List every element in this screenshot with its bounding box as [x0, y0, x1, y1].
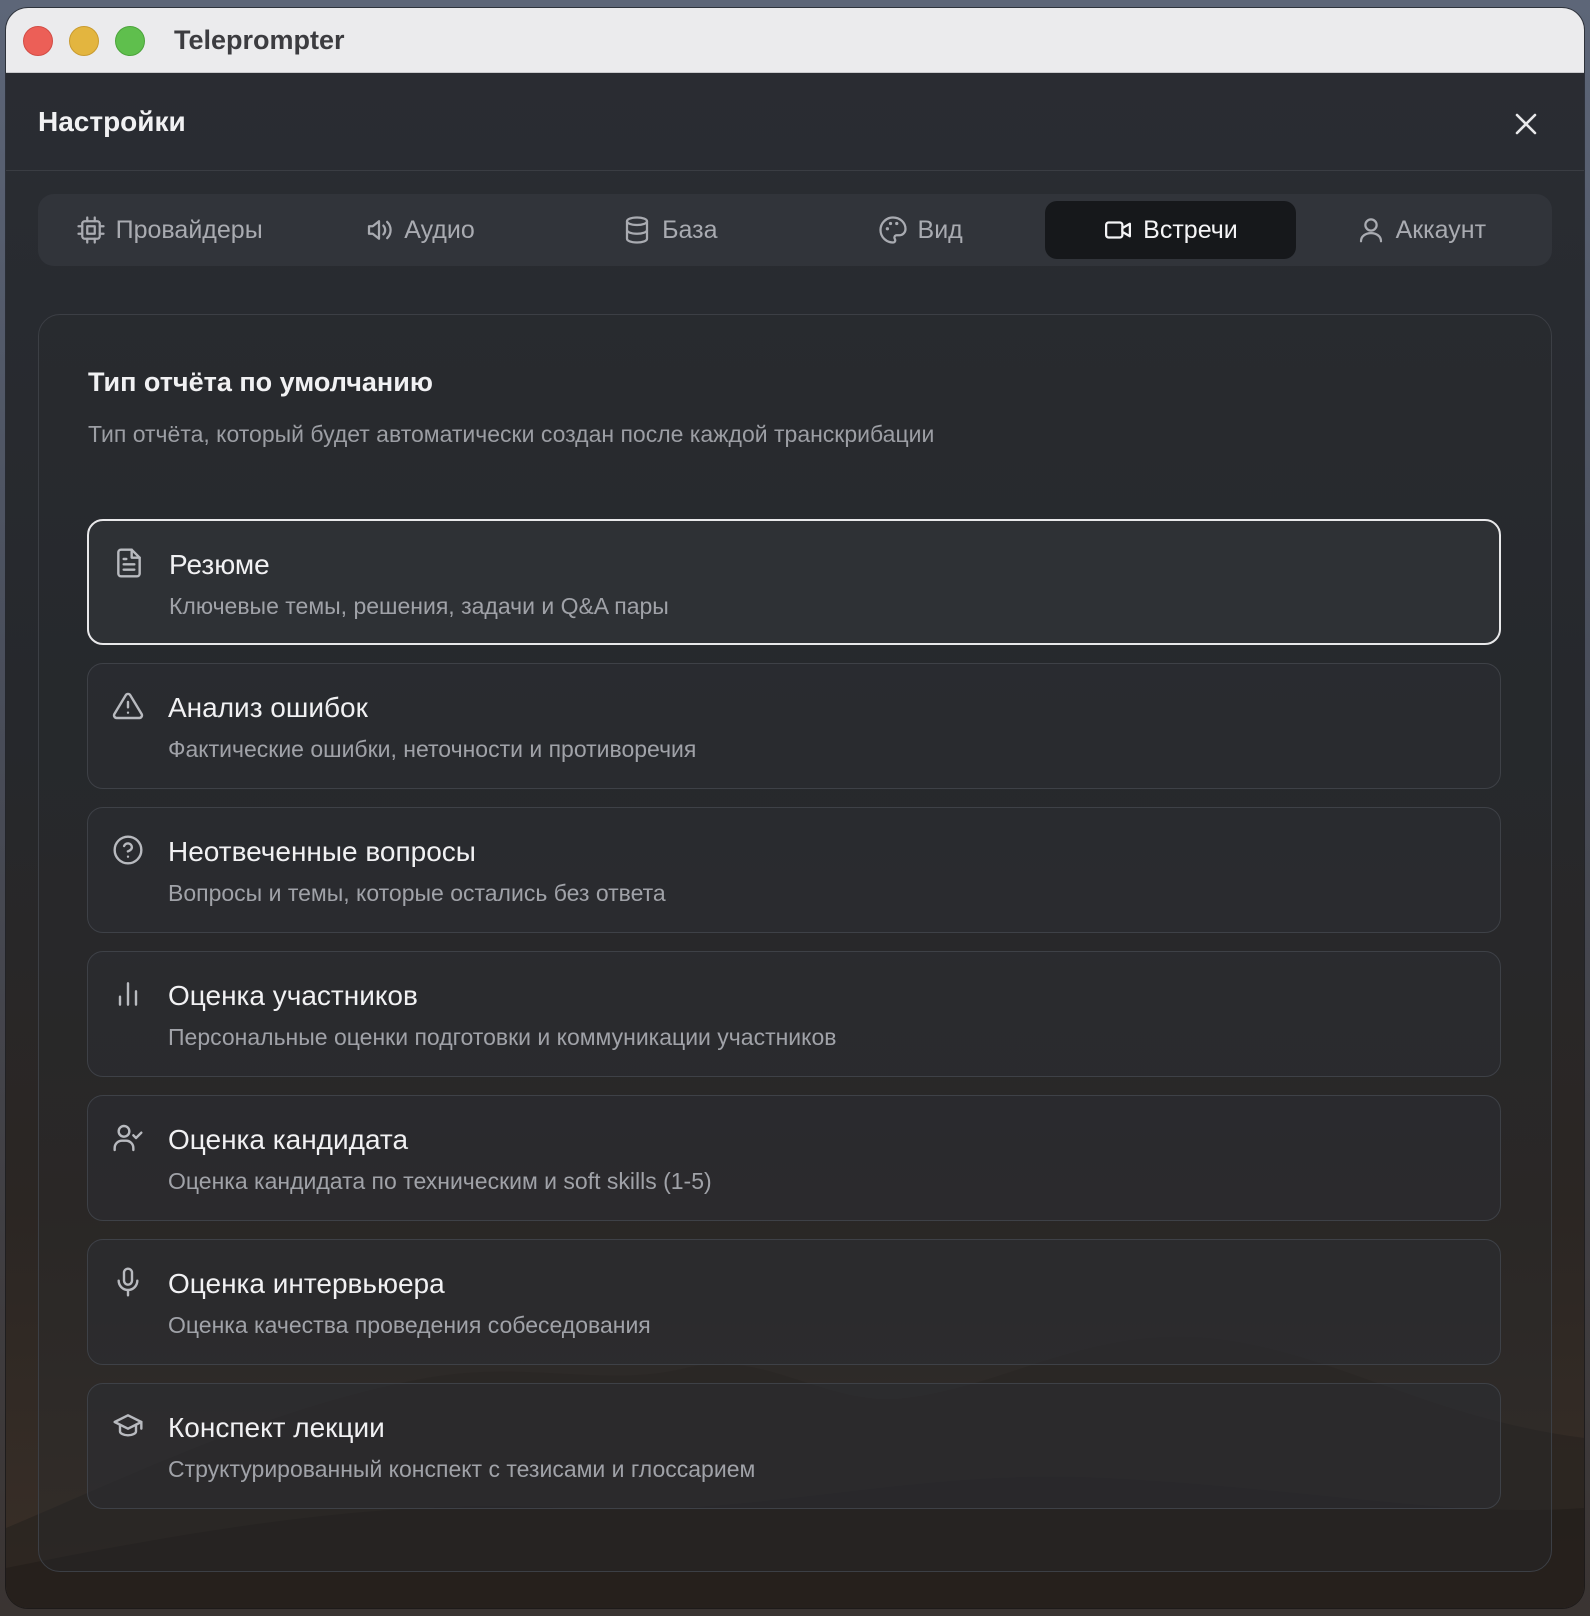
- option-description: Ключевые темы, решения, задачи и Q&A пар…: [169, 593, 669, 619]
- tab-audio[interactable]: Аудио: [294, 201, 544, 259]
- tab-appearance[interactable]: Вид: [795, 201, 1045, 259]
- database-icon: [625, 216, 649, 244]
- minimize-window-button[interactable]: [69, 26, 99, 56]
- option-description: Вопросы и темы, которые остались без отв…: [168, 880, 666, 906]
- tab-label: Встречи: [1143, 215, 1238, 244]
- report-option-summary[interactable]: Резюме Ключевые темы, решения, задачи и …: [87, 519, 1501, 645]
- section-description: Тип отчёта, который будет автоматически …: [88, 421, 935, 447]
- tab-label: Аудио: [404, 215, 475, 244]
- tab-meetings[interactable]: Встречи: [1045, 201, 1296, 259]
- report-option-lecture-notes[interactable]: Конспект лекции Структурированный конспе…: [87, 1383, 1501, 1509]
- section-title: Тип отчёта по умолчанию: [88, 367, 433, 397]
- tab-account[interactable]: Аккаунт: [1296, 201, 1546, 259]
- warning-icon: [112, 692, 144, 720]
- palette-icon: [878, 216, 907, 244]
- title-bar: Teleprompter: [6, 8, 1584, 73]
- close-icon[interactable]: [1508, 106, 1544, 142]
- report-option-error-analysis[interactable]: Анализ ошибок Фактические ошибки, неточн…: [87, 663, 1501, 789]
- cpu-icon: [77, 216, 105, 244]
- speaker-icon: [368, 220, 392, 240]
- question-icon: [113, 835, 143, 865]
- option-description: Структурированный конспект с тезисами и …: [168, 1456, 756, 1482]
- user-check-icon: [113, 1124, 143, 1152]
- settings-tabs: Провайдеры Аудио База Вид Встречи Аккаун…: [38, 194, 1552, 266]
- option-description: Оценка кандидата по техническим и soft s…: [168, 1168, 712, 1194]
- option-title: Неотвеченные вопросы: [168, 836, 476, 867]
- settings-header: Настройки: [6, 72, 1584, 171]
- report-type-list: Резюме Ключевые темы, решения, задачи и …: [87, 519, 1501, 1527]
- option-title: Анализ ошибок: [168, 692, 368, 723]
- zoom-window-button[interactable]: [115, 26, 145, 56]
- microphone-icon: [117, 1267, 139, 1297]
- tab-providers[interactable]: Провайдеры: [44, 201, 294, 259]
- tab-label: База: [662, 215, 718, 244]
- report-option-interviewer-rating[interactable]: Оценка интервьюера Оценка качества прове…: [87, 1239, 1501, 1365]
- option-description: Оценка качества проведения собеседования: [168, 1312, 651, 1338]
- app-window: Teleprompter Настройки Провайдеры Аудио: [6, 8, 1584, 1608]
- tab-label: Провайдеры: [115, 215, 263, 244]
- user-icon: [1359, 218, 1382, 243]
- report-option-candidate-rating[interactable]: Оценка кандидата Оценка кандидата по тех…: [87, 1095, 1501, 1221]
- report-option-unanswered-questions[interactable]: Неотвеченные вопросы Вопросы и темы, кот…: [87, 807, 1501, 933]
- page-title: Настройки: [38, 106, 186, 137]
- close-window-button[interactable]: [23, 26, 53, 56]
- option-title: Оценка интервьюера: [168, 1268, 445, 1299]
- tab-label: Аккаунт: [1395, 215, 1487, 244]
- graduation-cap-icon: [113, 1414, 143, 1437]
- report-option-participant-rating[interactable]: Оценка участников Персональные оценки по…: [87, 951, 1501, 1077]
- option-description: Персональные оценки подготовки и коммуни…: [168, 1024, 837, 1050]
- option-title: Оценка кандидата: [168, 1124, 409, 1155]
- option-title: Оценка участников: [168, 980, 418, 1011]
- document-icon: [117, 548, 141, 578]
- option-title: Конспект лекции: [168, 1412, 385, 1443]
- report-type-panel: Тип отчёта по умолчанию Тип отчёта, кото…: [38, 314, 1552, 1572]
- option-title: Резюме: [169, 549, 270, 580]
- video-icon: [1105, 221, 1132, 239]
- tab-label: Вид: [917, 215, 963, 244]
- tab-database[interactable]: База: [545, 201, 795, 259]
- window-title: Teleprompter: [174, 25, 345, 55]
- bar-chart-icon: [118, 982, 138, 1006]
- option-description: Фактические ошибки, неточности и противо…: [168, 736, 697, 762]
